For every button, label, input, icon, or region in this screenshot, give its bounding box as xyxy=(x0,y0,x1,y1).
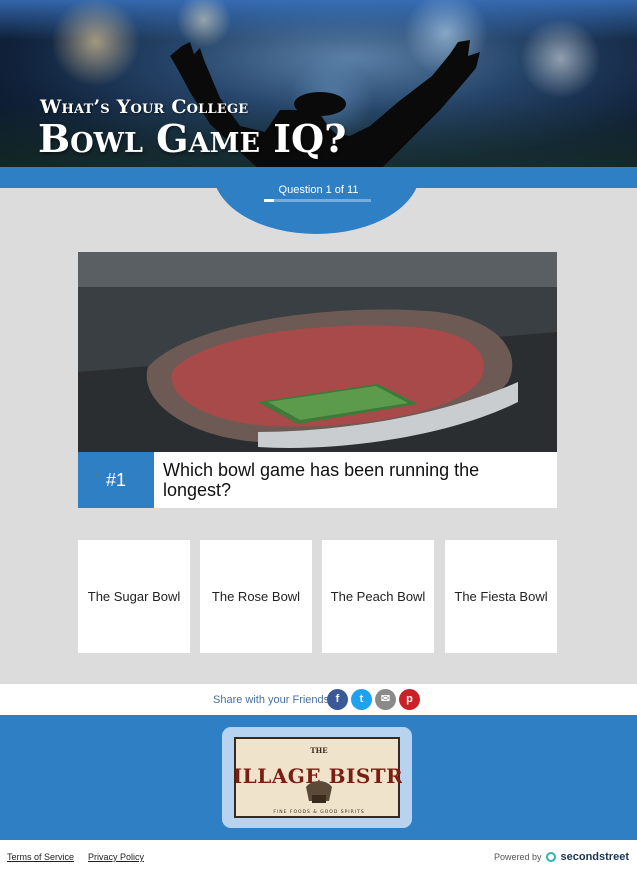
share-label: Share with your Friends! xyxy=(213,694,333,706)
question-image xyxy=(78,252,557,452)
facebook-icon[interactable]: f xyxy=(327,689,348,710)
hero-subtitle: What’s Your College xyxy=(40,96,249,118)
answer-option-sugar-bowl[interactable]: The Sugar Bowl xyxy=(78,540,190,653)
terms-of-service-link[interactable]: Terms of Service xyxy=(7,852,74,862)
powered-by-label: Powered by xyxy=(493,852,542,862)
question-text: Which bowl game has been running the lon… xyxy=(163,460,480,500)
pinterest-icon[interactable]: p xyxy=(399,689,420,710)
twitter-icon[interactable]: t xyxy=(351,689,372,710)
answer-option-peach-bowl[interactable]: The Peach Bowl xyxy=(322,540,434,653)
powered-by[interactable]: Powered by secondstreet xyxy=(494,851,629,863)
progress-fill xyxy=(264,199,274,202)
share-bar: Share with your Friends! f t ✉ p xyxy=(0,684,637,715)
stadium-aerial-image xyxy=(78,252,557,452)
progress-semicircle xyxy=(0,167,637,237)
sponsor-section: THE VILLAGE BISTRO FINE FOODS & GOOD SPI… xyxy=(0,715,637,840)
footer: Terms of Service Privacy Policy Powered … xyxy=(0,840,637,873)
svg-text:FINE FOODS & GOOD SPIRITS: FINE FOODS & GOOD SPIRITS xyxy=(273,809,364,815)
question-row: #1 Which bowl game has been running the … xyxy=(78,452,557,508)
hero-title: Bowl Game IQ? xyxy=(38,116,347,161)
email-icon[interactable]: ✉ xyxy=(375,689,396,710)
village-bistro-logo: THE VILLAGE BISTRO FINE FOODS & GOOD SPI… xyxy=(216,737,421,818)
secondstreet-logo-icon xyxy=(546,852,556,862)
question-number: #1 xyxy=(78,452,154,508)
progress-label: Question 1 of 11 xyxy=(278,184,359,196)
answer-option-rose-bowl[interactable]: The Rose Bowl xyxy=(200,540,312,653)
svg-text:THE: THE xyxy=(310,746,327,755)
progress-track xyxy=(264,199,371,202)
sponsor-logo-frame[interactable]: THE VILLAGE BISTRO FINE FOODS & GOOD SPI… xyxy=(216,727,421,828)
powered-by-brand: secondstreet xyxy=(560,851,629,863)
privacy-policy-link[interactable]: Privacy Policy xyxy=(88,852,144,862)
answer-option-fiesta-bowl[interactable]: The Fiesta Bowl xyxy=(445,540,557,653)
hero-banner: What’s Your College Bowl Game IQ? xyxy=(0,0,637,167)
village-bistro-logo-art: THE VILLAGE BISTRO FINE FOODS & GOOD SPI… xyxy=(216,746,421,815)
